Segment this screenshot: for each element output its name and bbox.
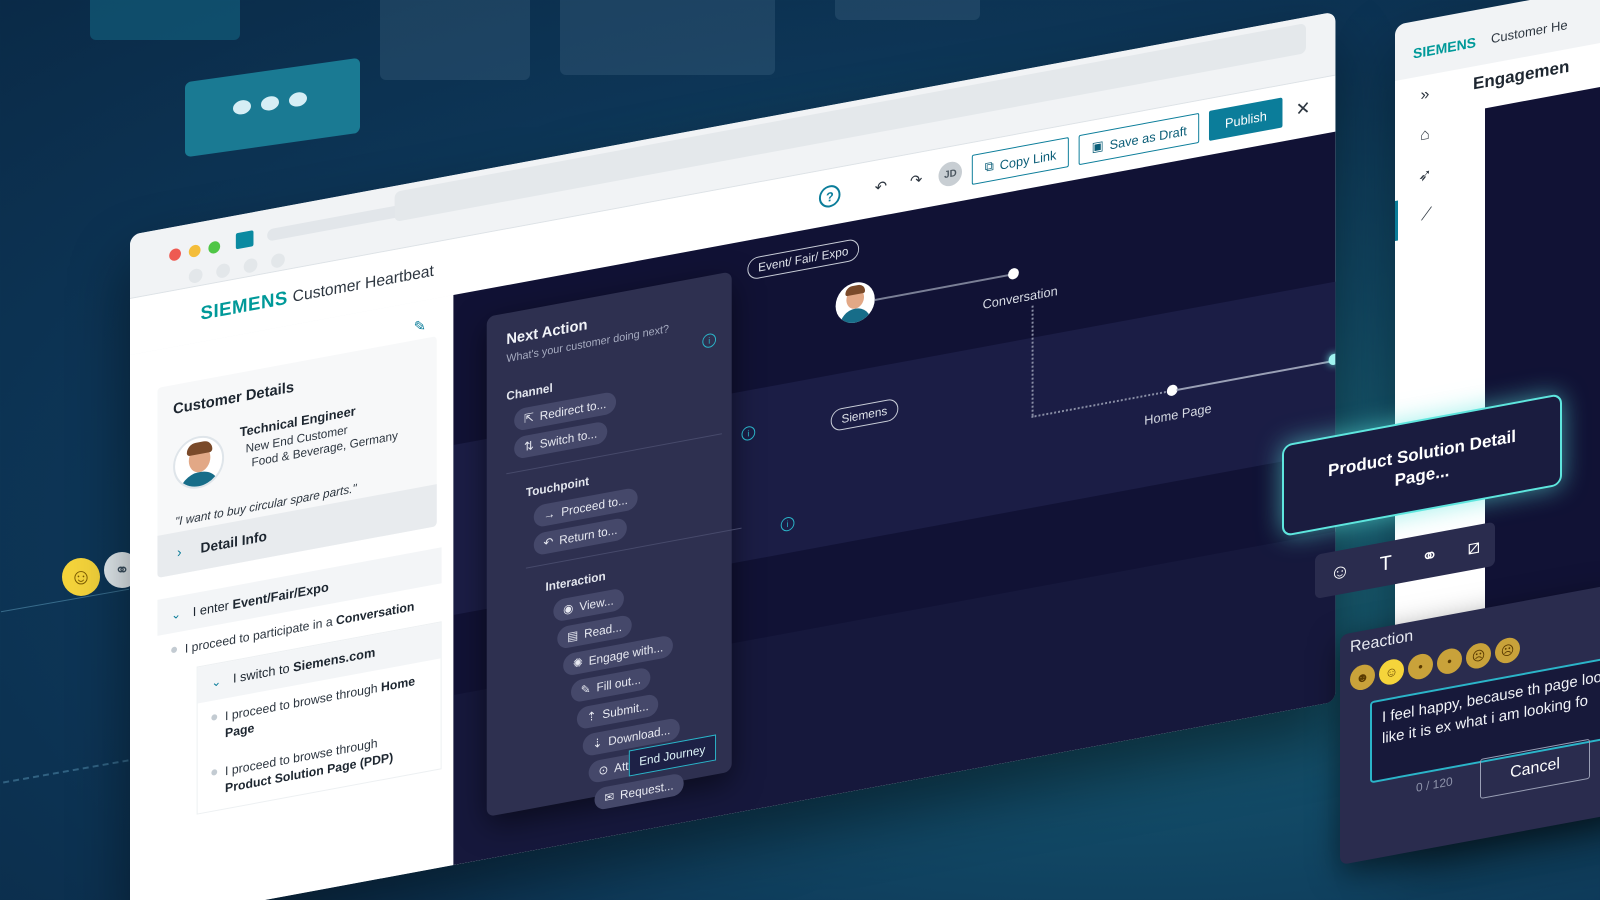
link-icon[interactable]: ⚭: [1421, 542, 1438, 570]
back-button[interactable]: [188, 267, 203, 285]
journey-steps: ⌄ I enter Event/Fair/Expo I proceed to p…: [157, 547, 442, 821]
sad-icon[interactable]: ☹: [1466, 641, 1491, 671]
char-counter: 0 / 120: [1416, 774, 1453, 795]
copy-link-button[interactable]: ⧉ Copy Link: [972, 136, 1070, 185]
persona-avatar[interactable]: [835, 278, 875, 327]
chevron-right-icon: ›: [177, 543, 182, 561]
node-label-conversation: Conversation: [982, 283, 1058, 312]
connector-dotted: [1031, 305, 1034, 416]
text-icon[interactable]: T: [1380, 551, 1392, 576]
request-icon: ✉: [604, 789, 615, 806]
close-dot[interactable]: [169, 247, 181, 262]
very-sad-icon[interactable]: ☹: [1495, 635, 1520, 666]
info-icon[interactable]: i: [702, 332, 717, 349]
next-action-panel: Next Action What's your customer doing n…: [486, 271, 795, 817]
main-window: SIEMENS Customer Heartbeat ? ↶ ↷ JD ⧉ Co…: [130, 11, 1336, 900]
crop-icon[interactable]: ⧄: [1467, 535, 1480, 560]
customer-avatar: [173, 431, 225, 494]
return-icon: ↶: [543, 534, 554, 551]
section-title: Customer Details: [173, 378, 295, 419]
emoji-icon[interactable]: ☺: [1330, 559, 1350, 586]
tab-title-placeholder[interactable]: [267, 204, 405, 242]
smile-icon: ☺: [62, 558, 100, 596]
interaction-section: Interaction i ◉ View... ▤ Read... ✺ Engage …: [546, 515, 795, 826]
save-draft-button[interactable]: ▣ Save as Draft: [1078, 112, 1200, 166]
chevron-down-icon: ⌄: [211, 673, 222, 690]
meh-icon[interactable]: •: [1437, 646, 1462, 677]
upload-icon: ⇡: [586, 708, 597, 725]
bg-solid-line: [0, 588, 130, 613]
download-icon: ⇣: [592, 735, 603, 752]
save-icon: ▣: [1091, 137, 1104, 155]
eye-icon: ◉: [563, 600, 574, 617]
tab-favicon[interactable]: [235, 230, 254, 250]
very-happy-icon[interactable]: ☻: [1350, 662, 1375, 693]
app-title: Customer He: [1491, 17, 1568, 47]
read-icon: ▤: [567, 627, 579, 644]
publish-button[interactable]: Publish: [1209, 97, 1283, 141]
reload-button[interactable]: [243, 257, 258, 274]
chevron-down-icon: ⌄: [171, 606, 182, 623]
window-controls: [169, 240, 221, 262]
switch-icon: ⇅: [523, 438, 534, 454]
lane-tag-event[interactable]: Event/ Fair/ Expo: [747, 237, 860, 281]
bg-panel-top2: [560, 0, 775, 75]
forward-button[interactable]: [216, 262, 230, 280]
channel-section: Channel i ⇱ Redirect to... ⇅ Switch to...: [506, 332, 722, 467]
pen-icon: ✎: [580, 681, 591, 698]
maximize-dot[interactable]: [208, 240, 221, 255]
bg-panel-left: [90, 0, 240, 40]
pin-icon: ⊙: [598, 762, 609, 779]
copy-icon: ⧉: [984, 157, 994, 175]
app-title: Customer Heartbeat: [292, 262, 434, 306]
happy-icon[interactable]: ☺: [1379, 657, 1404, 687]
undo-icon[interactable]: ↶: [868, 171, 893, 202]
redo-icon[interactable]: ↷: [903, 165, 928, 196]
help-icon[interactable]: ?: [819, 183, 841, 210]
bg-chat-bubble: [185, 57, 360, 158]
node-product-page[interactable]: [1328, 352, 1336, 366]
minimize-dot[interactable]: [188, 243, 201, 259]
neutral-icon[interactable]: •: [1408, 651, 1433, 682]
customer-details-card: Customer Details Technical Engineer New …: [157, 336, 437, 578]
brand-logo: SIEMENS: [200, 287, 288, 325]
detail-info-label: Detail Info: [200, 527, 267, 556]
redirect-icon: ⇱: [523, 410, 534, 426]
node-conversation[interactable]: [1008, 267, 1019, 281]
avatar[interactable]: JD: [938, 159, 963, 189]
page-heading: Engagemen: [1473, 56, 1570, 94]
arrow-right-icon: →: [543, 506, 556, 523]
save-draft-label: Save as Draft: [1109, 122, 1187, 152]
bg-panel-top: [380, 0, 530, 80]
home-button[interactable]: [271, 252, 285, 269]
reaction-title: Reaction: [1350, 627, 1414, 657]
engage-icon: ✺: [572, 655, 583, 671]
bg-panel-top3: [835, 0, 980, 20]
reaction-card: Reaction ☻ ☺ • • ☹ ☹ I feel happy, becau…: [1340, 583, 1600, 865]
brand-logo: SIEMENS: [1413, 33, 1477, 62]
customer-panel: ✎ Customer Details Technical Engineer Ne…: [130, 295, 454, 900]
copy-link-label: Copy Link: [999, 146, 1057, 173]
edit-icon[interactable]: ✎: [414, 316, 426, 336]
close-icon[interactable]: ✕: [1292, 96, 1314, 121]
